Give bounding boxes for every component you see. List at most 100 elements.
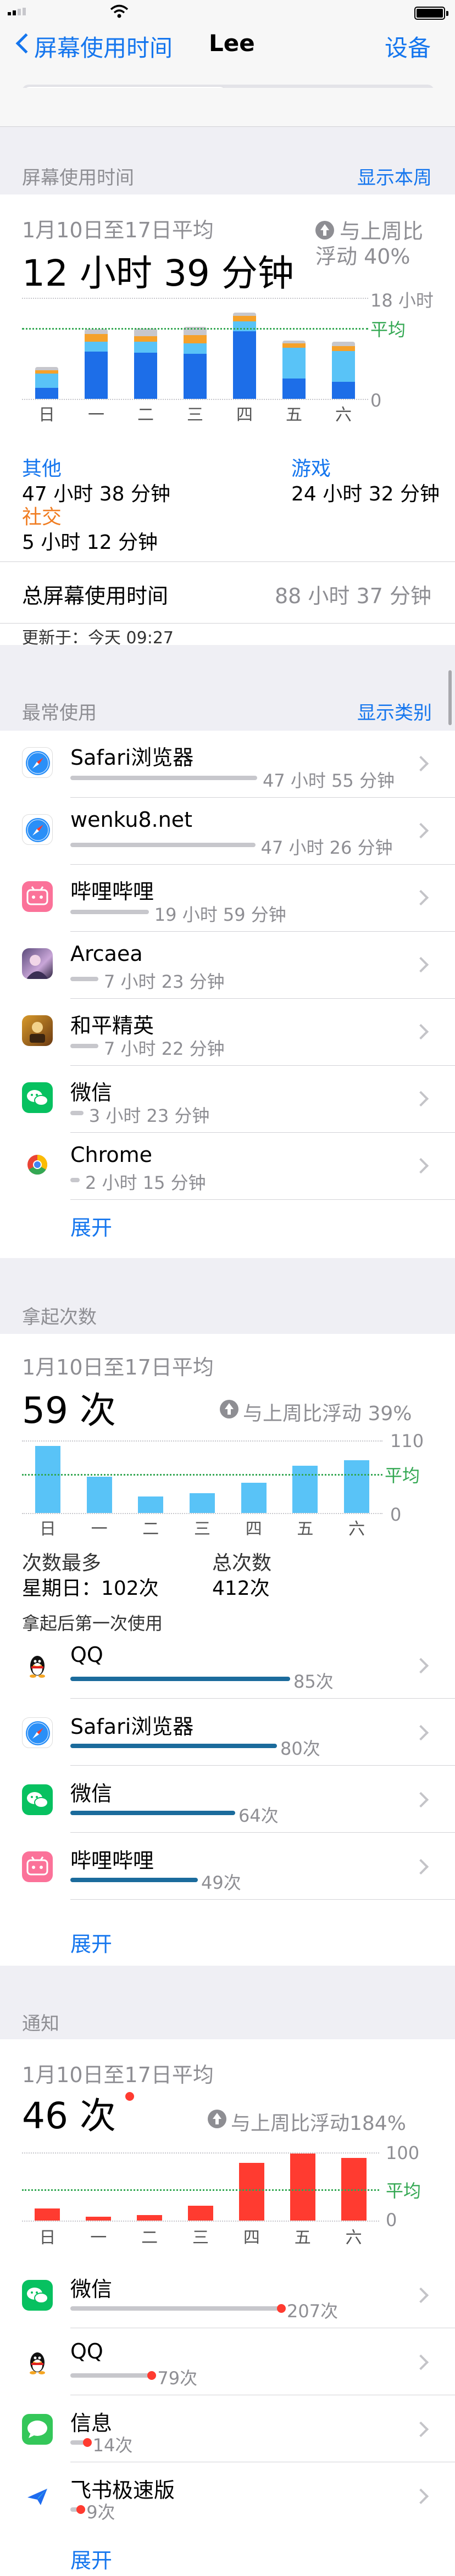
day-label: 三	[187, 405, 203, 425]
safari-icon	[22, 1717, 53, 1748]
usage-bar-end-dot	[76, 2505, 86, 2514]
usage-bar	[70, 1744, 277, 1748]
screen-time-bar-segment	[85, 352, 108, 399]
pickups-bar	[344, 1460, 370, 1513]
chevron-right-icon	[413, 1158, 429, 1174]
app-name: 微信	[70, 1081, 113, 1105]
scrollbar[interactable]	[448, 670, 452, 725]
pickups-expand-button[interactable]: 展开	[70, 1927, 112, 1957]
screen-time-bar-segment	[184, 354, 207, 399]
most-used-expand-button[interactable]: 展开	[70, 1211, 112, 1241]
pickups-chart: 110 平均 0 日 一 二 三 四 五 六	[22, 1431, 433, 1556]
screen-time-axis-max: 18 小时	[370, 290, 434, 311]
app-row[interactable]: Arcaea 7 小时 23 分钟	[0, 932, 455, 999]
back-button[interactable]: 屏幕使用时间	[11, 22, 187, 66]
pickups-change: 与上周比浮动 39%	[243, 1403, 412, 1425]
usage-bar	[70, 843, 256, 847]
nav-bar: 屏幕使用时间 Lee 设备 每周 每天	[0, 22, 455, 121]
day-label: 日	[38, 405, 55, 425]
day-label: 三	[194, 1520, 210, 1539]
category-games-value: 24 小时 32 分钟	[291, 483, 440, 505]
chevron-left-icon	[15, 33, 36, 54]
app-row[interactable]: QQ 79次	[0, 2328, 455, 2395]
bilibili-icon	[22, 881, 53, 912]
pickups-bar	[86, 1477, 112, 1513]
app-row[interactable]: wenku8.net 47 小时 26 分钟	[0, 798, 455, 865]
chevron-right-icon	[413, 1657, 429, 1674]
most-used-section-label: 最常使用	[22, 702, 97, 724]
screen-time-range: 1月10日至17日平均	[22, 218, 214, 242]
app-name: Safari浏览器	[70, 745, 194, 770]
app-name: 哔哩哔哩	[70, 880, 154, 904]
notifications-change: 与上周比浮动184%	[231, 2112, 406, 2135]
screen-time-bar-segment	[332, 351, 355, 382]
notifications-average: 46 次	[22, 2095, 116, 2137]
pickups-most-label: 次数最多	[22, 1552, 102, 1574]
notifications-expand-button[interactable]: 展开	[70, 2544, 112, 2574]
app-name: 微信	[70, 2277, 113, 2301]
app-count: 64次	[238, 1805, 279, 1826]
day-label: 五	[286, 405, 302, 425]
screen-time-bar-segment	[332, 341, 355, 346]
pickups-bar	[292, 1465, 318, 1513]
pickups-bar	[138, 1496, 164, 1513]
app-count: 49次	[201, 1872, 241, 1893]
notifications-axis-zero: 0	[386, 2210, 397, 2230]
notifications-average-label: 平均	[386, 2180, 421, 2201]
app-name: Arcaea	[70, 942, 143, 966]
app-row[interactable]: 微信 3 小时 23 分钟	[0, 1066, 455, 1133]
screen-time-chart: 18 小时 平均 0 日 一 二 三 四 五 六	[22, 290, 434, 425]
app-row[interactable]: 和平精英 7 小时 22 分钟	[0, 999, 455, 1066]
usage-bar-end-dot	[147, 2371, 157, 2380]
screen-time-bar-segment	[184, 343, 207, 354]
app-row[interactable]: 哔哩哔哩 19 小时 59 分钟	[0, 865, 455, 932]
app-row[interactable]: 哔哩哔哩 49次	[0, 1833, 455, 1900]
app-name: QQ	[70, 1643, 103, 1667]
chevron-right-icon	[413, 2421, 429, 2438]
screen-time-section-label: 屏幕使用时间	[22, 167, 134, 189]
screen-time-bar-segment	[85, 334, 108, 342]
usage-bar	[70, 910, 149, 914]
wechat-icon	[22, 1784, 53, 1815]
back-label: 屏幕使用时间	[34, 35, 173, 62]
game-icon	[22, 1015, 53, 1046]
most-used-card: Safari浏览器 47 小时 55 分钟 wenku8.net 47 小时 26 分…	[0, 731, 455, 1258]
app-row[interactable]: Chrome 2 小时 15 分钟	[0, 1133, 455, 1200]
app-row[interactable]: 微信 64次	[0, 1766, 455, 1833]
notifications-average-line	[22, 2189, 379, 2191]
day-label: 一	[90, 2228, 107, 2247]
screen-time-average: 12 小时 39 分钟	[22, 252, 294, 294]
usage-bar	[70, 1111, 84, 1115]
pickups-average-line	[22, 1474, 382, 1476]
notifications-bar	[290, 2154, 315, 2221]
battery-icon	[414, 7, 448, 20]
pickups-average-label: 平均	[385, 1465, 420, 1487]
app-row[interactable]: 信息 14次	[0, 2395, 455, 2462]
devices-button[interactable]: 设备	[385, 30, 431, 63]
day-label: 二	[137, 405, 154, 425]
day-label: 四	[236, 405, 253, 425]
show-categories-link[interactable]: 显示类别	[357, 698, 432, 725]
app-row[interactable]: Safari浏览器 80次	[0, 1699, 455, 1766]
app-name: wenku8.net	[70, 808, 193, 832]
trend-up-icon	[208, 2110, 226, 2128]
app-row[interactable]: QQ 85次	[0, 1632, 455, 1699]
day-label: 六	[345, 2228, 362, 2247]
notifications-axis-max: 100	[386, 2143, 420, 2163]
notifications-section-label: 通知	[22, 2013, 59, 2035]
screen-time-bar-segment	[134, 341, 157, 353]
screen-time-bar-segment	[282, 379, 306, 399]
pickups-bar	[190, 1493, 215, 1513]
screen-time-bar-segment	[233, 312, 256, 316]
bilibili-icon	[22, 1851, 53, 1882]
show-this-week-link[interactable]: 显示本周	[357, 163, 432, 190]
app-count: 79次	[157, 2368, 198, 2389]
usage-bar	[70, 2373, 150, 2378]
app-row[interactable]: 飞书极速版 9次	[0, 2462, 455, 2529]
qq-penguin-icon	[22, 2347, 53, 2378]
screen-time-bar-segment	[35, 387, 58, 399]
category-social-name: 社交	[22, 506, 62, 528]
chevron-right-icon	[413, 1023, 429, 1040]
app-row[interactable]: Safari浏览器 47 小时 55 分钟	[0, 731, 455, 798]
app-row[interactable]: 微信 207次	[0, 2261, 455, 2328]
